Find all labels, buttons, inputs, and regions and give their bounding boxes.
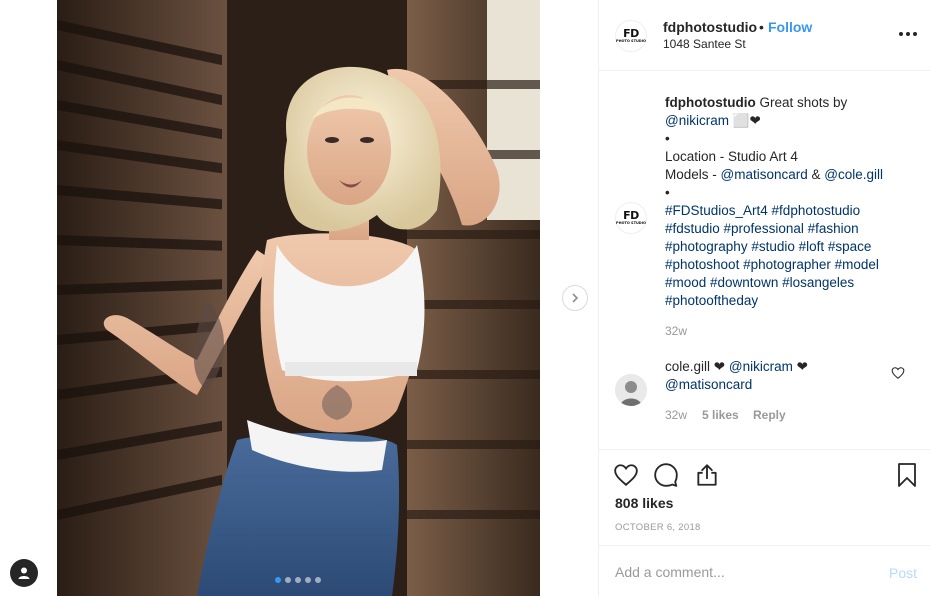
caption-username[interactable]: fdphotostudio (665, 95, 756, 110)
caption-location-line: Location - Studio Art 4 (665, 149, 798, 164)
caption-bullet: • (665, 131, 670, 146)
carousel-dot (315, 577, 321, 583)
avatar-logo-text: FD (623, 209, 639, 223)
more-dot-icon (906, 32, 910, 36)
comment-heart-2: ❤ (792, 359, 808, 374)
comments-section[interactable]: FD PHOTO STUDIO fdphotostudio Great shot… (599, 72, 930, 448)
post-comment-button[interactable]: Post (889, 565, 917, 581)
carousel-indicator (275, 577, 321, 583)
caption-ampersand: & (807, 167, 825, 182)
hashtag-line[interactable]: #fdstudio #professional #fashion (665, 220, 915, 238)
hashtag-line[interactable]: #mood #downtown #losangeles (665, 274, 915, 292)
comment-body: cole.gill ❤ @nikicram ❤ @matisoncard (665, 358, 890, 394)
post-actions: 808 likes OCTOBER 6, 2018 (599, 449, 930, 545)
post-date[interactable]: OCTOBER 6, 2018 (615, 522, 701, 533)
post-photo[interactable] (57, 0, 540, 596)
follow-button[interactable]: Follow (768, 19, 812, 35)
carousel-dot (285, 577, 291, 583)
hashtag-line[interactable]: #FDStudios_Art4 #fdphotostudio (665, 202, 915, 220)
share-icon (697, 464, 717, 486)
comment-like-button[interactable] (891, 366, 907, 382)
avatar-logo-subtext: PHOTO STUDIO (616, 39, 646, 44)
comment-likes[interactable]: 5 likes (702, 408, 739, 422)
avatar-photo (615, 374, 647, 406)
hashtag-line[interactable]: #photoshoot #photographer #model (665, 256, 915, 274)
likes-count[interactable]: 808 likes (615, 495, 673, 511)
chevron-right-icon (572, 293, 579, 303)
caption-intro: Great shots by (755, 95, 848, 110)
user-icon (18, 567, 30, 579)
next-slide-button[interactable] (562, 285, 588, 311)
mention-link[interactable]: @nikicram (729, 359, 793, 374)
header-username[interactable]: fdphotostudio (663, 19, 757, 35)
caption-emoji: ⬜❤ (728, 113, 761, 128)
more-dot-icon (899, 32, 903, 36)
caption-avatar[interactable]: FD PHOTO STUDIO (615, 202, 647, 234)
comment-input[interactable] (615, 562, 865, 582)
commenter-avatar[interactable] (615, 374, 647, 406)
mention-link[interactable]: @nikicram (665, 113, 729, 128)
more-dot-icon (913, 32, 917, 36)
comment-timestamp[interactable]: 32w (665, 408, 687, 422)
like-button[interactable] (613, 462, 639, 488)
hashtag-line[interactable]: #photooftheday (665, 292, 915, 310)
post-details-panel: FD PHOTO STUDIO fdphotostudio • Follow 1… (598, 0, 930, 596)
post-header: FD PHOTO STUDIO fdphotostudio • Follow 1… (599, 0, 930, 71)
avatar-logo-subtext: PHOTO STUDIO (616, 221, 646, 226)
save-button[interactable] (895, 462, 921, 488)
caption-bullet: • (665, 185, 670, 200)
carousel-dot (305, 577, 311, 583)
location-link[interactable]: 1048 Santee St (663, 37, 746, 51)
more-options-button[interactable] (899, 26, 917, 42)
comment-bubble-icon (654, 463, 678, 487)
add-comment-bar: Post (599, 545, 930, 596)
comment-button[interactable] (653, 462, 679, 488)
hashtag-line[interactable]: #photography #studio #loft #space (665, 238, 915, 256)
bookmark-icon (898, 463, 916, 487)
comment-heart-1: ❤ (710, 359, 729, 374)
carousel-dot (275, 577, 281, 583)
heart-outline-icon (891, 367, 905, 379)
mention-link[interactable]: @matisoncard (665, 376, 890, 394)
header-separator: • (759, 19, 764, 35)
avatar-logo-text: FD (623, 27, 639, 41)
mention-link[interactable]: @matisoncard (721, 167, 808, 182)
carousel-dot (295, 577, 301, 583)
user-tags-button[interactable] (10, 559, 38, 587)
media-area (0, 0, 598, 596)
caption-timestamp[interactable]: 32w (665, 324, 687, 338)
heart-icon (614, 464, 638, 486)
reply-button[interactable]: Reply (753, 408, 786, 422)
caption-text: fdphotostudio Great shots by @nikicram ⬜… (665, 94, 915, 310)
share-button[interactable] (694, 462, 720, 488)
comment-username[interactable]: cole.gill (665, 359, 710, 374)
mention-link[interactable]: @cole.gill (824, 167, 883, 182)
photo-illustration (57, 0, 540, 596)
caption-models-prefix: Models - (665, 167, 721, 182)
avatar[interactable]: FD PHOTO STUDIO (615, 20, 647, 52)
